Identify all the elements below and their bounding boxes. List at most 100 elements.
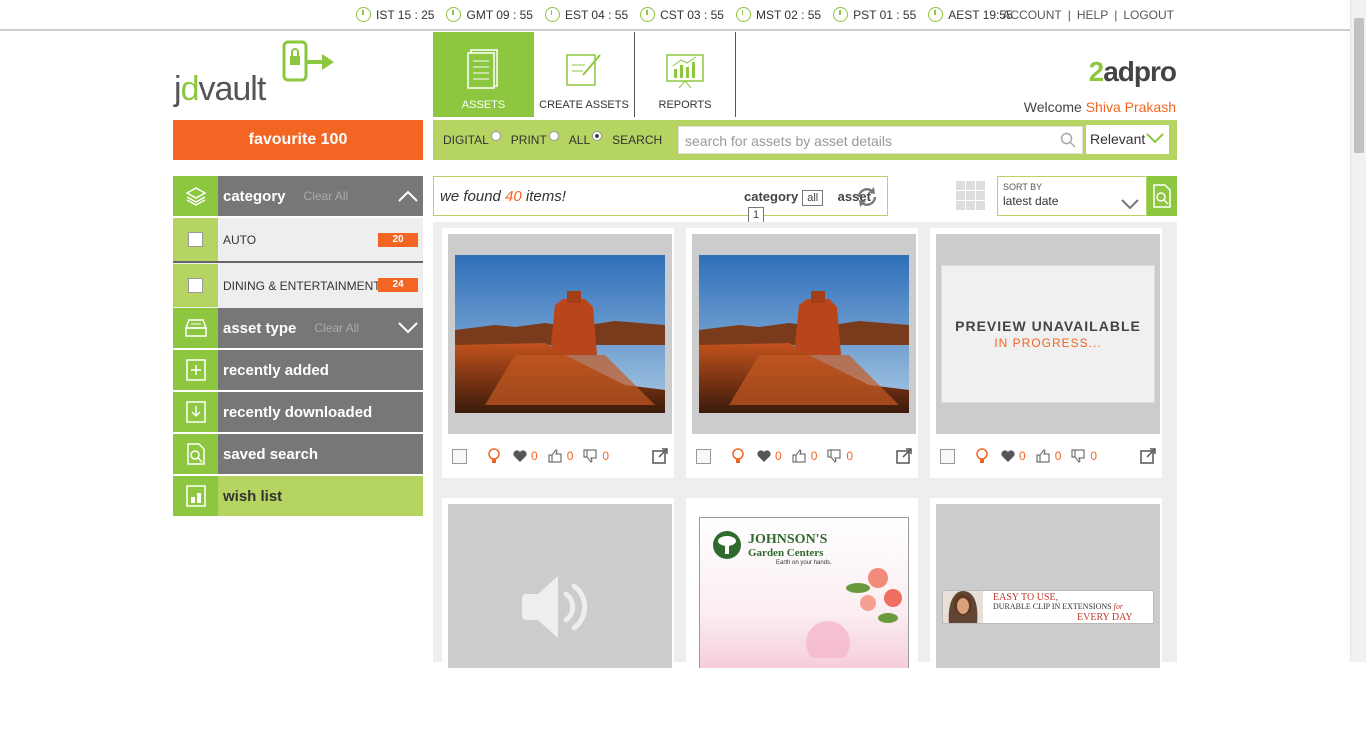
radio-print[interactable]: PRINT xyxy=(511,131,559,147)
thumbs-up-icon[interactable] xyxy=(792,449,807,463)
asset-thumbnail[interactable] xyxy=(692,234,916,434)
clear-all-link[interactable]: Clear All xyxy=(304,189,349,203)
reports-icon xyxy=(666,54,704,89)
tab-label: REPORTS xyxy=(658,99,712,111)
chevron-up-icon[interactable] xyxy=(397,188,419,204)
tab-label: CREATE ASSETS xyxy=(539,99,629,111)
sort-search-button[interactable] xyxy=(1147,176,1177,216)
bulb-icon[interactable] xyxy=(731,447,745,465)
tab-assets[interactable]: ASSETS xyxy=(433,32,534,117)
radio-button[interactable] xyxy=(548,131,559,141)
category-item-auto[interactable]: AUTO 20 xyxy=(173,218,423,263)
checkbox[interactable] xyxy=(188,278,203,293)
thumbs-up-icon[interactable] xyxy=(1036,449,1051,463)
tree-logo-icon xyxy=(713,531,741,559)
sidebar-recently-added[interactable]: recently added xyxy=(173,350,423,392)
tray-icon xyxy=(173,308,218,348)
thumbs-up-count: 0 xyxy=(810,449,818,463)
category-item-dining[interactable]: DINING & ENTERTAINMENT 24 xyxy=(173,263,423,308)
separator: | xyxy=(1114,8,1118,22)
thumbs-down-count: 0 xyxy=(602,449,610,463)
select-checkbox[interactable] xyxy=(940,448,955,464)
sidebar: category Clear All AUTO 20 DINING & ENTE… xyxy=(173,176,423,518)
refresh-icon[interactable] xyxy=(855,185,879,209)
radio-button[interactable] xyxy=(592,131,603,141)
heart-icon[interactable] xyxy=(513,449,527,463)
account-link[interactable]: ACCOUNT xyxy=(1002,8,1061,22)
help-link[interactable]: HELP xyxy=(1077,8,1108,22)
clock-label: MST 02 : 55 xyxy=(755,7,822,22)
doc-search-icon xyxy=(1153,184,1171,208)
asset-card[interactable] xyxy=(442,498,674,748)
external-link-icon[interactable] xyxy=(896,448,912,464)
sidebar-saved-search[interactable]: saved search xyxy=(173,434,423,476)
clock-aest: AEST 19:55 xyxy=(928,7,1013,22)
asset-card[interactable]: 0 0 0 xyxy=(686,228,918,478)
scrollbar-thumb[interactable] xyxy=(1354,18,1364,153)
category-label: AUTO xyxy=(223,232,257,247)
tab-reports[interactable]: REPORTS xyxy=(635,32,736,117)
thumbs-down-icon[interactable] xyxy=(827,449,842,463)
sidebar-recently-downloaded[interactable]: recently downloaded xyxy=(173,392,423,434)
search-input[interactable]: search for assets by asset details xyxy=(678,126,1083,154)
checkbox[interactable] xyxy=(188,232,203,247)
banner-line-3: EVERY DAY xyxy=(1077,612,1133,623)
tab-create-assets[interactable]: CREATE ASSETS xyxy=(534,32,635,117)
clock-label: IST 15 : 25 xyxy=(376,7,435,22)
main-nav: ASSETS CREATE ASSETS REPORTS xyxy=(433,32,736,117)
thumbs-down-icon[interactable] xyxy=(1071,449,1086,463)
sidebar-label: saved search xyxy=(223,445,319,463)
sidebar-wish-list[interactable]: wish list xyxy=(173,476,423,518)
asset-card[interactable]: PREVIEW UNAVAILABLE IN PROGRESS... 0 0 0 xyxy=(930,228,1162,478)
asset-card[interactable]: EASY TO USE, DURABLE CLIP IN EXTENSIONS … xyxy=(930,498,1162,748)
clock-pst: PST 01 : 55 xyxy=(833,7,916,22)
chevron-down-icon[interactable] xyxy=(397,320,419,336)
radio-all[interactable]: ALL xyxy=(569,131,603,147)
user-name[interactable]: Shiva Prakash xyxy=(1086,99,1176,115)
asset-card[interactable]: JOHNSON'S Garden Centers Earth on your h… xyxy=(686,498,918,748)
audio-speaker-icon xyxy=(522,576,588,638)
external-link-icon[interactable] xyxy=(1140,448,1156,464)
create-assets-icon xyxy=(566,54,601,86)
asset-thumbnail[interactable] xyxy=(448,504,672,668)
category-tag[interactable]: all xyxy=(802,190,824,206)
select-checkbox[interactable] xyxy=(452,448,467,464)
sidebar-asset-type-header[interactable]: asset type Clear All xyxy=(173,308,423,350)
grid-view-icon[interactable] xyxy=(956,181,986,211)
radio-digital[interactable]: DIGITAL xyxy=(443,131,501,147)
like-count: 0 xyxy=(1019,449,1026,463)
asset-thumbnail[interactable]: JOHNSON'S Garden Centers Earth on your h… xyxy=(692,504,916,668)
asset-thumbnail[interactable]: EASY TO USE, DURABLE CLIP IN EXTENSIONS … xyxy=(936,504,1160,668)
asset-tag[interactable]: 1 xyxy=(748,207,765,223)
favourite-button[interactable]: favourite 100 xyxy=(173,120,423,160)
asset-thumbnail[interactable]: PREVIEW UNAVAILABLE IN PROGRESS... xyxy=(936,234,1160,434)
clock-cst: CST 03 : 55 xyxy=(640,7,724,22)
external-link-icon[interactable] xyxy=(652,448,668,464)
sidebar-category-header[interactable]: category Clear All xyxy=(173,176,423,218)
radio-button[interactable] xyxy=(490,131,501,141)
jdvault-logo[interactable]: jdvault xyxy=(174,40,334,112)
asset-thumbnail[interactable] xyxy=(448,234,672,434)
page-scrollbar[interactable] xyxy=(1350,0,1366,662)
thumbs-down-icon[interactable] xyxy=(583,449,598,463)
desert-image xyxy=(699,255,909,413)
relevance-dropdown[interactable]: Relevant xyxy=(1086,125,1169,154)
clock-label: CST 03 : 55 xyxy=(660,7,724,22)
clear-all-link[interactable]: Clear All xyxy=(314,321,359,335)
separator: | xyxy=(1067,8,1071,22)
flowers-image xyxy=(806,568,902,658)
results-count: we found 40 items! xyxy=(440,187,566,205)
heart-icon[interactable] xyxy=(757,449,771,463)
select-checkbox[interactable] xyxy=(696,448,711,464)
heart-icon[interactable] xyxy=(1001,449,1015,463)
thumbs-up-icon[interactable] xyxy=(548,449,563,463)
bulb-icon[interactable] xyxy=(487,447,501,465)
results-bar: we found 40 items! category all asset1 xyxy=(433,176,888,223)
bulb-icon[interactable] xyxy=(975,447,989,465)
search-icon[interactable] xyxy=(1060,132,1076,148)
clock-icon xyxy=(356,7,371,22)
welcome-message: Welcome Shiva Prakash xyxy=(1023,99,1176,115)
asset-card[interactable]: 0 0 0 xyxy=(442,228,674,478)
logout-link[interactable]: LOGOUT xyxy=(1123,8,1174,22)
sort-dropdown[interactable]: SORT BY latest date xyxy=(997,176,1147,216)
